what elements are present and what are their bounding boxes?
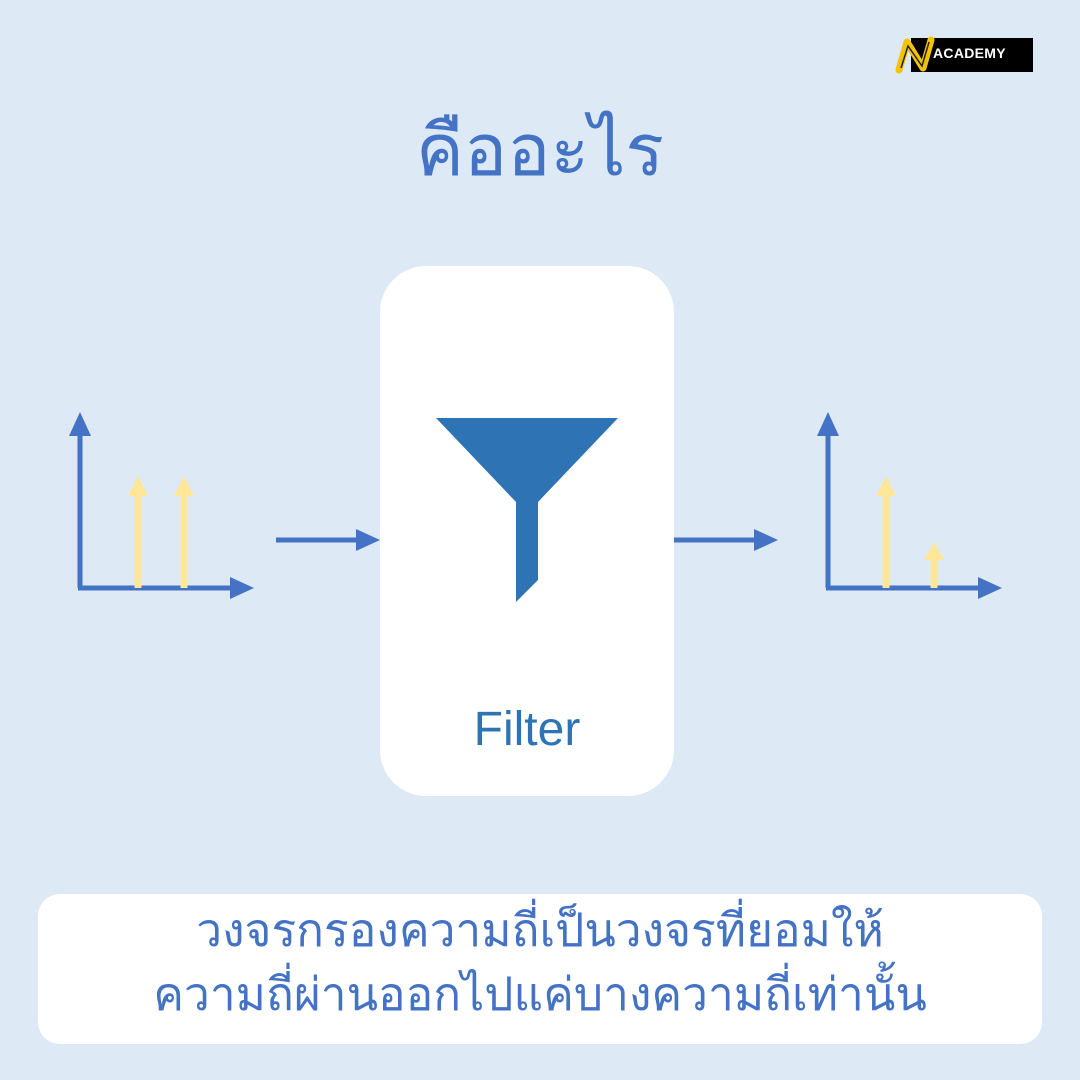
academy-logo: ACADEMY <box>893 32 1033 80</box>
page-title: คืออะไร <box>415 108 665 192</box>
funnel-icon <box>436 418 618 602</box>
logo-text: ACADEMY <box>933 45 1006 61</box>
input-y-axis <box>69 412 91 588</box>
description-line-1: วงจรกรองความถี่เป็นวงจรที่ยอมให้ <box>196 903 884 957</box>
input-flow-arrow <box>276 529 380 551</box>
description-line-2: ความถี่ผ่านออกไปแค่บางความถี่เท่านั้น <box>153 967 927 1021</box>
output-flow-arrow <box>674 529 778 551</box>
input-x-axis <box>78 577 254 599</box>
input-spectrum-graph <box>69 412 254 599</box>
output-y-axis <box>817 412 839 588</box>
output-frequency-arrow-1 <box>876 476 896 588</box>
output-frequency-arrow-2-attenuated <box>924 542 944 588</box>
input-frequency-arrow-1 <box>128 476 148 588</box>
input-frequency-arrow-2 <box>174 476 194 588</box>
output-spectrum-graph <box>817 412 1002 599</box>
filter-label: Filter <box>473 703 581 756</box>
output-x-axis <box>826 577 1002 599</box>
